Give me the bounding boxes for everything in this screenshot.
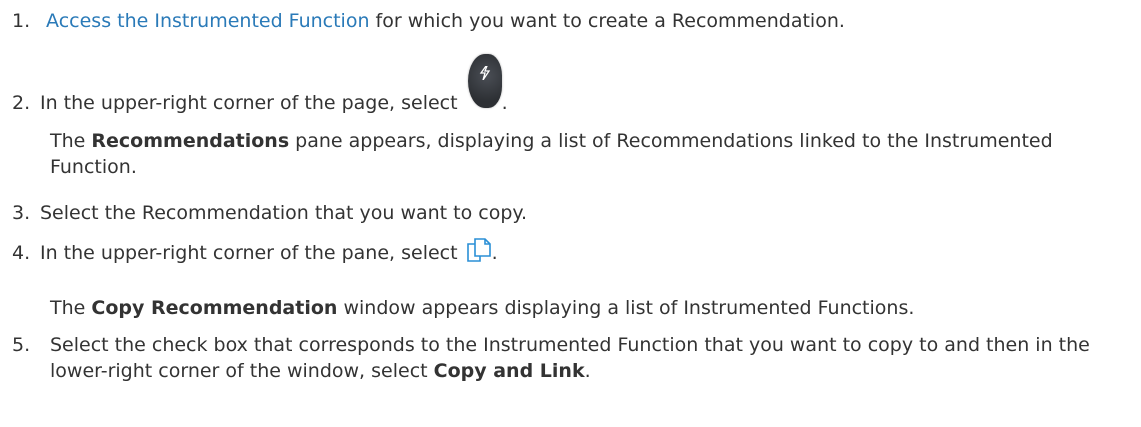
copy-recommendation-window-label: Copy Recommendation [91,297,338,319]
step-text: Select the Recommendation that you want … [40,202,527,224]
step-number: 5. [12,334,31,356]
step-text: In the upper-right corner of the pane, s… [40,242,464,264]
result-text: window appears displaying a list of Inst… [337,297,915,319]
result-text: The [50,297,92,319]
step-text: In the upper-right corner of the page, s… [40,92,464,114]
step-text: for which you want to create a Recommend… [369,10,845,32]
step-5: 5. Select the check box that corresponds… [12,332,1130,384]
copy-icon [466,237,492,263]
copy-and-link-button-label: Copy and Link [433,360,585,382]
step-text-end: . [501,92,508,114]
step-number: 2. [12,92,31,114]
recommendations-icon [466,54,502,116]
step-1: 1. Access the Instrumented Function for … [12,8,845,34]
step-3: 3. Select the Recommendation that you wan… [12,200,527,226]
step-text-end: . [491,242,498,264]
step-text-end: . [584,360,591,382]
step-2-result: The Recommendations pane appears, displa… [50,128,1132,180]
step-number: 1. [12,10,31,32]
step-4-result: The Copy Recommendation window appears d… [50,295,914,321]
step-number: 3. [12,202,31,224]
access-instrumented-function-link[interactable]: Access the Instrumented Function [46,10,369,32]
step-number: 4. [12,242,31,264]
recommendations-pane-label: Recommendations [91,130,290,152]
step-4: 4. In the upper-right corner of the pane,… [12,237,498,266]
result-text: The [50,130,92,152]
step-2: 2. In the upper-right corner of the page,… [12,54,508,116]
